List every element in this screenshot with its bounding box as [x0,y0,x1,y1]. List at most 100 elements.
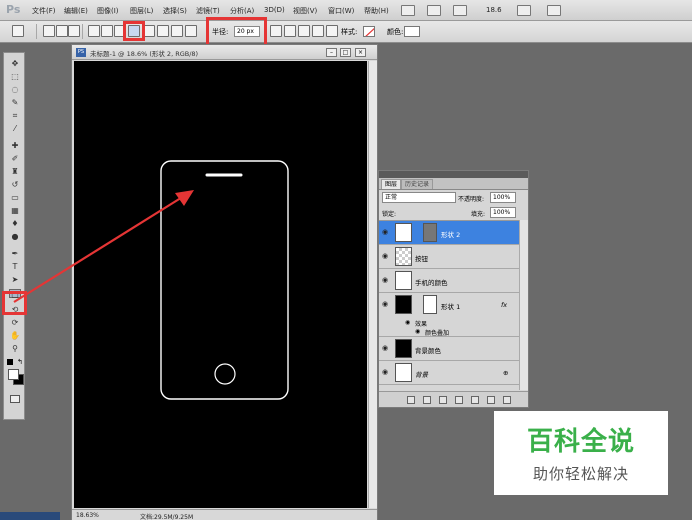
fill-pixels-icon[interactable] [68,25,80,37]
subtract-icon[interactable] [298,25,310,37]
document-titlebar[interactable]: PS 未标题-1 @ 18.6% (形状 2, RGB/8) – □ × [72,45,377,60]
extras-icon[interactable] [453,5,467,16]
marquee-tool-icon[interactable]: ⬚ [9,72,21,81]
exclude-icon[interactable] [326,25,338,37]
bridge-icon[interactable] [401,5,415,16]
document-scrollbar[interactable] [368,61,377,508]
custom-shape-icon[interactable] [185,25,197,37]
layer-row[interactable]: ◉ 手机的颜色 [379,269,519,293]
new-layer-mode-icon[interactable] [270,25,282,37]
menu-image[interactable]: 图像(I) [97,6,119,16]
eye-icon[interactable]: ◉ [382,253,390,260]
blend-mode-select[interactable]: 正常 [382,192,456,203]
tab-layers[interactable]: 图层 [381,179,402,189]
foreground-color[interactable] [8,369,19,380]
intersect-icon[interactable] [312,25,324,37]
pen-icon[interactable] [88,25,100,37]
layers-footer [379,391,528,407]
fx-icon[interactable] [423,396,431,404]
watermark-subtitle: 助你轻松解决 [532,465,629,483]
layer-row[interactable]: ◉ 背景 ⊕ [379,361,519,385]
type-tool-icon[interactable]: T [9,262,21,271]
eye-icon[interactable]: ◉ [382,229,390,236]
healing-brush-icon[interactable]: ✚ [9,141,21,150]
menu-layer[interactable]: 图层(L) [130,6,153,16]
menu-file[interactable]: 文件(F) [32,6,56,16]
fx-badge[interactable]: fx [501,301,507,309]
new-layer-icon[interactable] [487,396,495,404]
add-area-icon[interactable] [284,25,296,37]
brush-tool-icon[interactable]: ✐ [9,154,21,163]
menu-analysis[interactable]: 分析(A) [230,6,254,16]
arrange-icon[interactable] [517,5,531,16]
layer-thumbnail [395,339,412,358]
menu-help[interactable]: 帮助(H) [364,6,389,16]
zoom-level[interactable]: 18.6 [486,6,502,14]
swap-colors-icon[interactable]: ↰ [17,358,23,366]
layers-scrollbar[interactable] [519,220,528,390]
gradient-tool-icon[interactable]: ▦ [9,206,21,215]
menu-filter[interactable]: 滤镜(T) [196,6,220,16]
crop-tool-icon[interactable]: ⌗ [9,111,21,120]
minimize-icon[interactable]: – [326,48,337,57]
freeform-pen-icon[interactable] [101,25,113,37]
default-colors-icon[interactable] [7,359,13,365]
lasso-tool-icon[interactable]: ◌ [9,85,21,94]
menu-view[interactable]: 视图(V) [293,6,317,16]
3d-orbit-icon[interactable]: ⟳ [9,318,21,327]
phone-outline [160,160,289,400]
screen-mode-icon[interactable] [547,5,561,16]
move-tool-icon[interactable]: ✥ [9,59,21,68]
menu-select[interactable]: 选择(S) [163,6,187,16]
eraser-tool-icon[interactable]: ▭ [9,193,21,202]
eyedropper-icon[interactable]: ⁄ [9,124,21,133]
canvas[interactable] [74,61,367,508]
zoom-tool-icon[interactable]: ⚲ [9,344,21,353]
style-swatch[interactable] [363,26,375,37]
eye-icon[interactable]: ◉ [382,277,390,284]
paths-icon[interactable] [56,25,68,37]
opacity-input[interactable]: 100% [490,192,516,203]
pen-tool-icon[interactable]: ✒ [9,249,21,258]
line-icon[interactable] [171,25,183,37]
blur-tool-icon[interactable]: ♦ [9,219,21,228]
layer-row[interactable]: ◉ 形状 2 [379,221,519,245]
eye-icon[interactable]: ◉ [415,328,420,335]
eye-icon[interactable]: ◉ [382,369,390,376]
shape-layers-icon[interactable] [43,25,55,37]
adjustment-icon[interactable] [455,396,463,404]
fill-input[interactable]: 100% [490,207,516,218]
maximize-icon[interactable]: □ [340,48,351,57]
polygon-icon[interactable] [157,25,169,37]
close-icon[interactable]: × [355,48,366,57]
eye-icon[interactable]: ◉ [382,345,390,352]
quick-mask-icon[interactable] [10,395,20,403]
panel-topbar[interactable] [379,171,528,178]
menu-edit[interactable]: 编辑(E) [64,6,88,16]
document-size-status: 文档:29.5M/9.25M [140,514,194,520]
zoom-status[interactable]: 18.63% [76,512,99,519]
minibridge-icon[interactable] [427,5,441,16]
add-mask-icon[interactable] [439,396,447,404]
layer-row[interactable]: ◉ 背景颜色 [379,337,519,361]
color-swatch[interactable] [404,26,420,37]
path-select-icon[interactable]: ➤ [9,275,21,284]
eye-icon[interactable]: ◉ [382,301,390,308]
menu-window[interactable]: 窗口(W) [328,6,354,16]
group-icon[interactable] [471,396,479,404]
history-brush-icon[interactable]: ↺ [9,180,21,189]
quick-select-icon[interactable]: ✎ [9,98,21,107]
eye-icon[interactable]: ◉ [405,319,410,326]
layer-thumbnail [395,363,412,382]
radius-input[interactable]: 20 px [234,26,260,37]
tool-preset-icon[interactable] [12,25,24,37]
link-icon[interactable] [407,396,415,404]
trash-icon[interactable] [503,396,511,404]
layer-row[interactable]: ◉ 按钮 [379,245,519,269]
clone-stamp-icon[interactable]: ♜ [9,167,21,176]
hand-tool-icon[interactable]: ✋ [9,331,21,340]
menu-3d[interactable]: 3D(D) [264,6,285,14]
tab-history[interactable]: 历史记录 [401,179,434,189]
dodge-tool-icon[interactable]: ● [9,232,21,241]
layer-row[interactable]: ◉ 形状 1 fx ◉ 效果 ◉ 颜色叠加 [379,293,519,337]
